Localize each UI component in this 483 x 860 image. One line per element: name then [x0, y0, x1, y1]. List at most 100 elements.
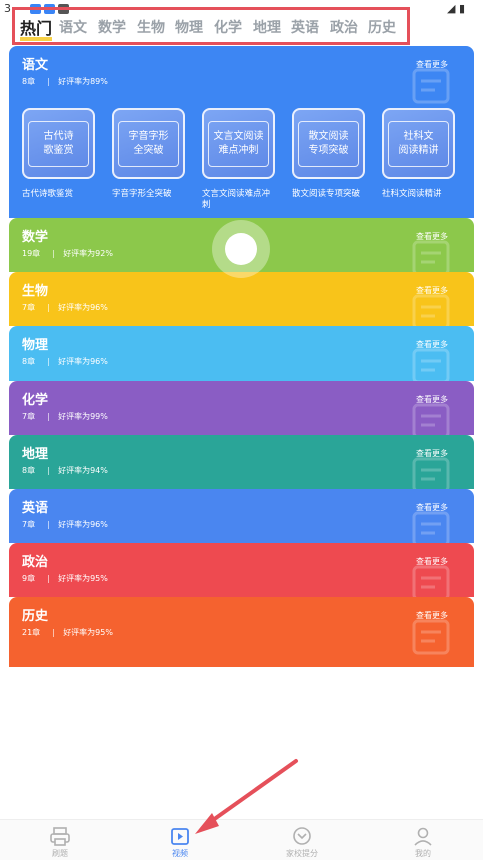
course-item[interactable]: 古代诗 歌鉴赏古代诗歌鉴赏 — [22, 108, 98, 211]
subject-title: 英语 — [22, 501, 49, 516]
subject-title: 地理 — [22, 447, 49, 462]
rating-text: 好评率为96% — [58, 520, 108, 529]
touch-button-core — [225, 233, 257, 265]
chapter-count: 21章 — [22, 628, 41, 637]
subject-meta: 7章 好评率为96% — [22, 519, 108, 530]
flask-icon — [412, 403, 450, 435]
course-thumbnail-text: 文言文阅读 难点冲刺 — [208, 120, 269, 167]
tab-9[interactable]: 政治 — [330, 17, 358, 37]
rating-text: 好评率为95% — [63, 628, 113, 637]
subject-meta: 7章 好评率为96% — [22, 302, 108, 313]
subject-meta: 8章 好评率为96% — [22, 356, 108, 367]
nav-item-3[interactable]: 家校提分 — [272, 826, 332, 859]
tab-1[interactable]: 热门 — [20, 15, 53, 41]
nav-label: 我的 — [415, 849, 431, 858]
tab-3[interactable]: 数学 — [98, 17, 126, 37]
course-thumbnail[interactable]: 社科文 阅读精讲 — [382, 108, 455, 179]
subject-meta: 8章 好评率为89% — [22, 76, 108, 87]
wifi-battery-icon: ◢ ▮ — [446, 2, 465, 15]
subject-meta: 7章 好评率为99% — [22, 411, 108, 422]
rating-text: 好评率为96% — [58, 303, 108, 312]
subject-title: 生物 — [22, 284, 49, 299]
subject-card[interactable]: 政治 9章 好评率为95% 查看更多 — [9, 543, 474, 597]
math-board-icon — [412, 240, 450, 272]
rating-text: 好评率为94% — [58, 466, 108, 475]
course-thumbnail[interactable]: 散文阅读 专项突破 — [292, 108, 365, 179]
chapter-count: 7章 — [22, 520, 36, 529]
meta-divider — [48, 466, 50, 475]
course-thumbnail[interactable]: 字音字形 全突破 — [112, 108, 185, 179]
nav-label: 家校提分 — [286, 849, 318, 858]
course-item[interactable]: 字音字形 全突破字音字形全突破 — [112, 108, 188, 211]
tab-5[interactable]: 物理 — [175, 17, 203, 37]
course-item[interactable]: 散文阅读 专项突破散文阅读专项突破 — [292, 108, 368, 211]
tab-2[interactable]: 语文 — [59, 17, 87, 37]
subject-title: 政治 — [22, 555, 49, 570]
nav-label: 视频 — [172, 849, 188, 858]
subject-card[interactable]: 物理 8章 好评率为96% 查看更多 — [9, 326, 474, 381]
nav-label: 刷题 — [52, 849, 68, 858]
nav-item-4[interactable]: 我的 — [393, 826, 453, 859]
ballot-icon — [412, 565, 450, 597]
course-caption: 社科文阅读精讲 — [382, 189, 442, 199]
subject-title: 化学 — [22, 393, 49, 408]
subject-title: 数学 — [22, 230, 49, 245]
subject-card[interactable]: 语文 8章 好评率为89% 查看更多 古代诗 歌鉴赏 古代诗歌鉴赏 字音字形 全突破 字音字形… — [9, 46, 474, 218]
meta-divider — [48, 412, 50, 421]
atom-icon — [412, 348, 450, 381]
temple-icon — [412, 619, 450, 655]
chapter-count: 8章 — [22, 466, 36, 475]
subject-card[interactable]: 生物 7章 好评率为96% 查看更多 — [9, 272, 474, 326]
meta-divider — [53, 628, 55, 637]
chapter-count: 19章 — [22, 249, 41, 258]
meta-divider — [53, 249, 55, 258]
status-time: 3 — [4, 2, 11, 15]
course-thumbnail-text: 字音字形 全突破 — [118, 120, 179, 167]
course-caption: 散文阅读专项突破 — [292, 189, 361, 199]
course-thumbnail[interactable]: 文言文阅读 难点冲刺 — [202, 108, 275, 179]
tab-10[interactable]: 历史 — [368, 17, 396, 37]
chapter-count: 7章 — [22, 303, 36, 312]
tab-6[interactable]: 化学 — [214, 17, 242, 37]
subject-meta: 21章 好评率为95% — [22, 627, 113, 638]
chapter-count: 9章 — [22, 574, 36, 583]
course-caption: 古代诗歌鉴赏 — [22, 189, 74, 199]
dna-icon — [412, 294, 450, 326]
tab-7[interactable]: 地理 — [253, 17, 281, 37]
nav-item-2[interactable]: 视频 — [150, 826, 210, 859]
course-thumbnail-text: 古代诗 歌鉴赏 — [28, 120, 89, 167]
subject-meta: 19章 好评率为92% — [22, 248, 113, 259]
course-caption: 字音字形全突破 — [112, 189, 172, 199]
course-item[interactable]: 社科文 阅读精讲社科文阅读精讲 — [382, 108, 458, 211]
tab-4[interactable]: 生物 — [137, 17, 165, 37]
course-thumbnail-text: 社科文 阅读精讲 — [388, 120, 449, 167]
subject-title: 物理 — [22, 338, 49, 353]
meta-divider — [48, 357, 50, 366]
meta-divider — [48, 574, 50, 583]
printer-icon — [50, 827, 70, 846]
subject-card[interactable]: 历史 21章 好评率为95% 查看更多 — [9, 597, 474, 667]
course-thumbnail-text: 散文阅读 专项突破 — [298, 120, 359, 167]
subject-card[interactable]: 化学 7章 好评率为99% 查看更多 — [9, 381, 474, 435]
meta-divider — [48, 303, 50, 312]
meta-divider — [48, 520, 50, 529]
user-icon — [414, 827, 432, 846]
course-thumbnail[interactable]: 古代诗 歌鉴赏 — [22, 108, 95, 179]
course-item[interactable]: 文言文阅读 难点冲刺 文言文阅读难点冲刺 — [202, 108, 278, 211]
subject-card[interactable]: 英语 7章 好评率为96% 查看更多 — [9, 489, 474, 543]
course-list: 古代诗 歌鉴赏 古代诗歌鉴赏 字音字形 全突破 字音字形全突破 文言文阅读 难点冲刺 文言… — [22, 108, 474, 211]
subject-meta: 9章 好评率为95% — [22, 573, 108, 584]
notebook-icon — [412, 68, 450, 104]
rating-text: 好评率为92% — [63, 249, 113, 258]
video-icon — [171, 828, 189, 845]
floating-touch-button[interactable] — [212, 220, 270, 278]
rating-text: 好评率为89% — [58, 77, 108, 86]
subject-card[interactable]: 地理 8章 好评率为94% 查看更多 — [9, 435, 474, 489]
rating-text: 好评率为95% — [58, 574, 108, 583]
tab-8[interactable]: 英语 — [291, 17, 319, 37]
chapter-count: 8章 — [22, 357, 36, 366]
chapter-count: 7章 — [22, 412, 36, 421]
nav-item-1[interactable]: 刷题 — [30, 826, 90, 859]
subject-meta: 8章 好评率为94% — [22, 465, 108, 476]
abc-book-icon — [412, 511, 450, 543]
